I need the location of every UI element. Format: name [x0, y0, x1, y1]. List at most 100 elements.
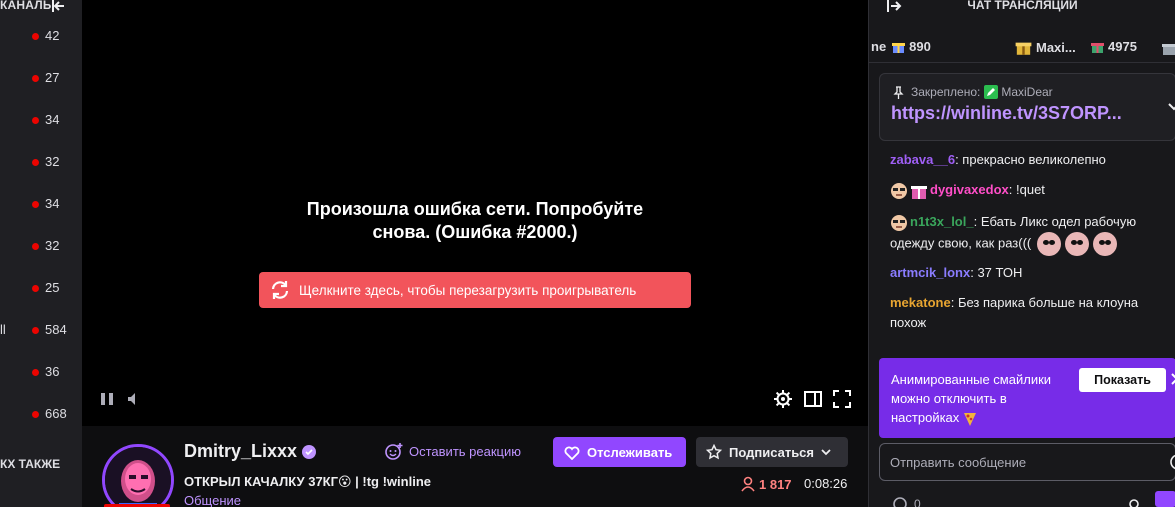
settings-gear-icon[interactable]	[773, 389, 793, 409]
person-icon	[741, 476, 755, 492]
subscribe-label: Подписаться	[729, 444, 815, 460]
chat-username[interactable]: dygivaxedox	[930, 182, 1009, 197]
chat-settings-icon[interactable]	[1127, 497, 1141, 507]
sidebar-header: КАНАЛЫ	[0, 0, 82, 14]
stream-uptime: 0:08:26	[804, 476, 848, 491]
leave-reaction-button[interactable]: Оставить реакцию	[385, 439, 521, 463]
chat-username[interactable]: artmcik_lonx	[890, 265, 970, 280]
star-icon	[706, 444, 722, 460]
reload-label: Щелкните здесь, чтобы перезагрузить прои…	[299, 282, 637, 298]
chat-message: dygivaxedox: !quet	[890, 180, 1172, 200]
pinned-link[interactable]: https://winline.tv/3S7ORP...	[891, 103, 1122, 124]
sidebar-channel-item[interactable]: 32	[0, 236, 82, 256]
channel-viewer-count: 34	[45, 112, 60, 127]
glasses-emoji-badge-icon	[891, 182, 907, 199]
live-indicator	[32, 201, 39, 208]
gift-leader-item[interactable]: Maxi...	[1015, 39, 1076, 56]
pinned-header: Закреплено: MaxiDear	[892, 85, 1053, 99]
chat-footer: 0	[869, 491, 1175, 507]
chat-text: 37 ТОН	[977, 265, 1023, 280]
channel-name: ll	[0, 322, 6, 337]
emote-picker-icon[interactable]	[1170, 454, 1175, 470]
live-indicator	[32, 33, 39, 40]
stream-title: ОТКРЫЛ КАЧАЛКУ 37КГ😮 | !tg !winline	[184, 474, 431, 489]
error-line-2: снова. (Ошибка #2000.)	[372, 222, 578, 242]
show-button[interactable]: Показать	[1079, 368, 1166, 392]
live-indicator	[32, 327, 39, 334]
channel-viewer-count: 32	[45, 154, 60, 169]
gift-icon	[1091, 42, 1104, 53]
gift-badge-icon	[911, 185, 927, 199]
sidebar-channel-item[interactable]: ll 584	[0, 320, 82, 340]
reaction-smile-icon	[385, 443, 403, 460]
sidebar-channel-item[interactable]: 25	[0, 278, 82, 298]
channel-points-icon[interactable]	[893, 497, 907, 507]
pizza-emote-icon	[963, 412, 976, 426]
gift-leader-item[interactable]: 4975	[1091, 39, 1137, 54]
chat-message: zabava__6: прекрасно великолепно	[890, 152, 1106, 167]
sidebar-channel-item[interactable]: 42	[0, 26, 82, 46]
chevron-down-icon[interactable]	[1165, 98, 1175, 116]
reload-player-button[interactable]: Щелкните здесь, чтобы перезагрузить прои…	[259, 272, 691, 308]
chat-username[interactable]: n1t3x_lol_	[910, 214, 974, 229]
gift-icon	[1015, 42, 1032, 55]
chat-text: !quet	[1016, 182, 1045, 197]
player-error-message: Произошла ошибка сети. Попробуйте снова.…	[82, 198, 868, 244]
stream-category-link[interactable]: Общение	[184, 493, 241, 507]
sidebar-channel-item[interactable]: 36	[0, 362, 82, 382]
verified-badge-icon	[302, 445, 316, 459]
channel-viewer-count: 668	[45, 406, 67, 421]
chat-panel: ЧАТ ТРАНСЛЯЦИИ ne 890 Maxi... 4975 Закре…	[868, 0, 1175, 507]
subscribe-button[interactable]: Подписаться	[696, 437, 848, 467]
gift-leader-count: 890	[909, 39, 931, 54]
sidebar-channel-item[interactable]: 27	[0, 68, 82, 88]
avatar-image	[105, 447, 171, 507]
live-indicator	[32, 75, 39, 82]
chat-username[interactable]: zabava__6	[890, 152, 955, 167]
emote-icon	[1064, 232, 1089, 256]
pin-icon	[893, 85, 904, 99]
gift-leader-item[interactable]: ne 890	[871, 39, 931, 54]
recommended-section-label: КХ ТАКЖЕ	[0, 457, 61, 471]
pinned-label: Закреплено:	[911, 85, 981, 99]
gift-leader-name: ne	[871, 39, 887, 54]
animated-emotes-notice: Анимированные смайлики можно отключить в…	[879, 358, 1175, 438]
chat-title: ЧАТ ТРАНСЛЯЦИИ	[967, 0, 1078, 12]
sidebar-channel-item[interactable]: 34	[0, 110, 82, 130]
sidebar-title: КАНАЛЫ	[0, 0, 55, 12]
fullscreen-icon[interactable]	[832, 389, 852, 409]
viewer-count: 1 817	[740, 476, 792, 492]
channel-viewer-count: 32	[45, 238, 60, 253]
gift-leader-count: 4975	[1108, 39, 1137, 54]
reaction-label: Оставить реакцию	[409, 443, 521, 459]
streamer-avatar[interactable]	[102, 444, 174, 507]
pinned-user: MaxiDear	[1001, 85, 1053, 99]
follow-button[interactable]: Отслеживать	[553, 437, 686, 467]
emote-icon	[1092, 232, 1117, 256]
channel-points-value: 0	[914, 497, 921, 507]
sidebar-channel-item[interactable]: 34	[0, 194, 82, 214]
arrow-collapse-left-icon[interactable]	[49, 0, 67, 15]
chat-text: прекрасно великолепно	[962, 152, 1106, 167]
gift-leader-name: Maxi...	[1036, 40, 1076, 55]
close-icon[interactable]	[1170, 372, 1175, 386]
theatre-mode-icon[interactable]	[803, 389, 823, 409]
gift-leaderboard: ne 890 Maxi... 4975	[869, 33, 1175, 63]
pinned-message[interactable]: Закреплено: MaxiDear https://winline.tv/…	[879, 73, 1175, 141]
chevron-down-icon	[821, 449, 831, 456]
chat-message: n1t3x_lol_: Ебать Ликс одел рабочую одеж…	[890, 212, 1172, 256]
sidebar-channel-item[interactable]: 668	[0, 404, 82, 424]
chat-message-input[interactable]: Отправить сообщение	[879, 443, 1175, 481]
sidebar-channel-item[interactable]: 32	[0, 152, 82, 172]
video-player[interactable]: Произошла ошибка сети. Попробуйте снова.…	[82, 0, 868, 426]
volume-muted-icon[interactable]	[125, 389, 145, 409]
chat-message: artmcik_lonx: 37 ТОН	[890, 265, 1023, 280]
pause-icon[interactable]	[97, 389, 117, 409]
streamer-name[interactable]: Dmitry_Lixxx	[184, 441, 297, 462]
channel-viewer-count: 27	[45, 70, 60, 85]
chat-username[interactable]: mekatone	[890, 295, 951, 310]
channel-viewer-count: 34	[45, 196, 60, 211]
send-chat-button[interactable]	[1155, 491, 1175, 507]
live-indicator	[32, 243, 39, 250]
channel-viewer-count: 36	[45, 364, 60, 379]
